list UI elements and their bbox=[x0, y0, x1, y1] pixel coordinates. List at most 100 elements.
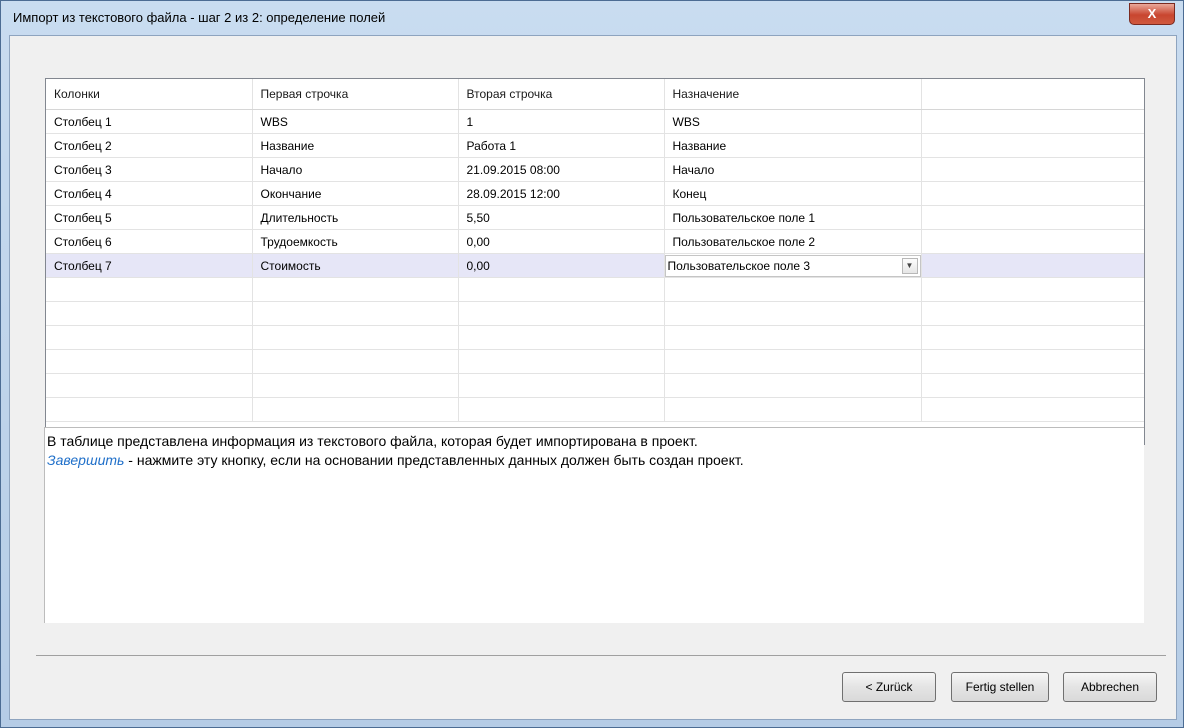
column-header-columns[interactable]: Колонки bbox=[46, 79, 253, 110]
empty-cell bbox=[664, 349, 922, 374]
cell-filler bbox=[921, 157, 1144, 182]
empty-cell bbox=[252, 301, 459, 326]
cell-column[interactable]: Столбец 1 bbox=[46, 109, 253, 134]
empty-cell bbox=[921, 373, 1144, 398]
empty-cell bbox=[252, 325, 459, 350]
cell-filler bbox=[921, 109, 1144, 134]
cancel-button-label: Abbrechen bbox=[1080, 680, 1140, 694]
info-description-panel: В таблице представлена информация из тек… bbox=[44, 427, 1144, 623]
import-dialog-window: Импорт из текстового файла - шаг 2 из 2:… bbox=[0, 0, 1184, 728]
cell-second-row[interactable]: 1 bbox=[458, 109, 665, 134]
cell-first-row[interactable]: Окончание bbox=[252, 181, 459, 206]
empty-cell bbox=[664, 325, 922, 350]
empty-cell bbox=[252, 373, 459, 398]
field-mapping-grid: Колонки Первая строчка Вторая строчка На… bbox=[45, 78, 1145, 445]
table-row[interactable]: Столбец 2 Название Работа 1 Название bbox=[46, 133, 1144, 158]
empty-cell bbox=[46, 349, 253, 374]
empty-row bbox=[46, 301, 1144, 326]
table-row[interactable]: Столбец 5 Длительность 5,50 Пользователь… bbox=[46, 205, 1144, 230]
empty-cell bbox=[46, 301, 253, 326]
cell-second-row[interactable]: 21.09.2015 08:00 bbox=[458, 157, 665, 182]
footer-separator bbox=[36, 655, 1166, 656]
cell-first-row[interactable]: Название bbox=[252, 133, 459, 158]
empty-cell bbox=[458, 277, 665, 302]
cell-second-row[interactable]: 5,50 bbox=[458, 205, 665, 230]
cell-column[interactable]: Столбец 4 bbox=[46, 181, 253, 206]
finish-link[interactable]: Завершить bbox=[47, 452, 124, 468]
empty-cell bbox=[458, 349, 665, 374]
title-bar[interactable]: Импорт из текстового файла - шаг 2 из 2:… bbox=[1, 1, 1183, 35]
cell-destination[interactable]: WBS bbox=[664, 109, 922, 134]
cell-destination[interactable]: Конец bbox=[664, 181, 922, 206]
table-row[interactable]: Столбец 1 WBS 1 WBS bbox=[46, 109, 1144, 134]
close-button[interactable]: X bbox=[1129, 3, 1175, 25]
cell-column[interactable]: Столбец 6 bbox=[46, 229, 253, 254]
empty-cell bbox=[664, 277, 922, 302]
cancel-button[interactable]: Abbrechen bbox=[1063, 672, 1157, 702]
cell-second-row[interactable]: 28.09.2015 12:00 bbox=[458, 181, 665, 206]
info-line-2: Завершить - нажмите эту кнопку, если на … bbox=[47, 451, 1144, 470]
empty-cell bbox=[664, 397, 922, 422]
empty-cell bbox=[664, 373, 922, 398]
cell-filler bbox=[921, 229, 1144, 254]
empty-cell bbox=[664, 301, 922, 326]
cell-destination[interactable]: Начало bbox=[664, 157, 922, 182]
empty-cell bbox=[921, 325, 1144, 350]
empty-cell bbox=[921, 397, 1144, 422]
cell-column[interactable]: Столбец 2 bbox=[46, 133, 253, 158]
cell-destination[interactable]: Пользовательское поле 1 bbox=[664, 205, 922, 230]
cell-second-row[interactable]: 0,00 bbox=[458, 253, 665, 278]
empty-cell bbox=[46, 277, 253, 302]
empty-cell bbox=[458, 373, 665, 398]
empty-row bbox=[46, 277, 1144, 302]
back-button[interactable]: < Zurück bbox=[842, 672, 936, 702]
empty-cell bbox=[458, 397, 665, 422]
table-row[interactable]: Столбец 6 Трудоемкость 0,00 Пользователь… bbox=[46, 229, 1144, 254]
cell-second-row[interactable]: Работа 1 bbox=[458, 133, 665, 158]
window-title: Импорт из текстового файла - шаг 2 из 2:… bbox=[13, 10, 386, 25]
cell-column[interactable]: Столбец 7 bbox=[46, 253, 253, 278]
empty-cell bbox=[252, 349, 459, 374]
cell-first-row[interactable]: WBS bbox=[252, 109, 459, 134]
empty-cell bbox=[46, 397, 253, 422]
cell-filler bbox=[921, 133, 1144, 158]
info-line-2-text: - нажмите эту кнопку, если на основании … bbox=[124, 452, 744, 468]
cell-filler bbox=[921, 205, 1144, 230]
table-row[interactable]: Столбец 3 Начало 21.09.2015 08:00 Начало bbox=[46, 157, 1144, 182]
cell-filler bbox=[921, 181, 1144, 206]
cell-second-row[interactable]: 0,00 bbox=[458, 229, 665, 254]
empty-cell bbox=[921, 349, 1144, 374]
empty-cell bbox=[46, 325, 253, 350]
cell-destination-editor[interactable]: Пользовательское поле 3 ▼ bbox=[664, 253, 922, 278]
column-header-second-row[interactable]: Вторая строчка bbox=[458, 79, 665, 110]
info-line-1: В таблице представлена информация из тек… bbox=[47, 433, 698, 449]
empty-cell bbox=[46, 373, 253, 398]
cell-filler bbox=[921, 253, 1144, 278]
column-header-destination[interactable]: Назначение bbox=[664, 79, 922, 110]
finish-button-label: Fertig stellen bbox=[965, 680, 1035, 694]
cell-first-row[interactable]: Длительность bbox=[252, 205, 459, 230]
cell-first-row[interactable]: Начало bbox=[252, 157, 459, 182]
cell-destination[interactable]: Название bbox=[664, 133, 922, 158]
cell-first-row[interactable]: Трудоемкость bbox=[252, 229, 459, 254]
chevron-down-icon[interactable]: ▼ bbox=[901, 257, 918, 274]
empty-cell bbox=[252, 277, 459, 302]
finish-button[interactable]: Fertig stellen bbox=[951, 672, 1049, 702]
empty-row bbox=[46, 325, 1144, 350]
destination-dropdown[interactable]: Пользовательское поле 3 ▼ bbox=[664, 254, 920, 277]
dialog-client-area: Колонки Первая строчка Вторая строчка На… bbox=[9, 35, 1177, 720]
cell-column[interactable]: Столбец 3 bbox=[46, 157, 253, 182]
empty-row bbox=[46, 349, 1144, 374]
table-row-selected[interactable]: Столбец 7 Стоимость 0,00 Пользовательско… bbox=[46, 253, 1144, 278]
grid-header-row: Колонки Первая строчка Вторая строчка На… bbox=[46, 79, 1144, 110]
cell-destination[interactable]: Пользовательское поле 2 bbox=[664, 229, 922, 254]
cell-first-row[interactable]: Стоимость bbox=[252, 253, 459, 278]
column-header-filler bbox=[921, 79, 1144, 110]
cell-column[interactable]: Столбец 5 bbox=[46, 205, 253, 230]
destination-dropdown-value: Пользовательское поле 3 bbox=[667, 258, 811, 273]
table-row[interactable]: Столбец 4 Окончание 28.09.2015 12:00 Кон… bbox=[46, 181, 1144, 206]
column-header-first-row[interactable]: Первая строчка bbox=[252, 79, 459, 110]
empty-cell bbox=[458, 325, 665, 350]
empty-cell bbox=[252, 397, 459, 422]
empty-cell bbox=[921, 277, 1144, 302]
